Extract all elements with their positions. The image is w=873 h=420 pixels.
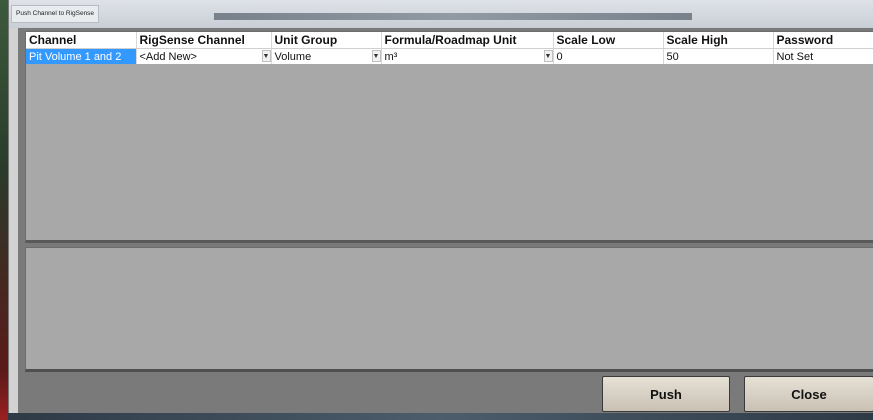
details-panel [25,247,873,372]
unit-group-value: Volume [274,50,312,63]
channel-cell[interactable]: Pit Volume 1 and 2 [26,48,137,64]
push-button[interactable]: Push [602,376,730,412]
formula-unit-value: m³ [384,50,398,63]
column-header-rigsense-channel[interactable]: RigSense Channel [136,32,272,49]
column-header-channel[interactable]: Channel [26,32,137,49]
column-header-scale-low[interactable]: Scale Low [553,32,664,49]
title-bar-strip [214,13,692,20]
rigsense-channel-dropdown[interactable]: <Add New> ▼ [136,48,272,64]
channel-table: Channel RigSense Channel Unit Group Form… [26,32,873,64]
taskbar [8,413,873,420]
channel-value: Pit Volume 1 and 2 [29,50,122,63]
chevron-down-icon[interactable]: ▼ [543,50,552,62]
table-row[interactable]: Pit Volume 1 and 2 <Add New> ▼ Volume ▼ … [26,48,873,64]
column-header-unit-group[interactable]: Unit Group [271,32,382,49]
formula-unit-dropdown[interactable]: m³ ▼ [381,48,554,64]
title-bar[interactable]: Push Channel to RigSense [9,0,873,28]
scale-low-value: 0 [556,50,563,63]
column-header-formula-unit[interactable]: Formula/Roadmap Unit [381,32,554,49]
channel-grid: Channel RigSense Channel Unit Group Form… [25,31,873,243]
dialog-content: Channel RigSense Channel Unit Group Form… [18,28,873,420]
push-channel-dialog: Push Channel to RigSense Channel RigSens… [8,0,873,420]
column-header-scale-high[interactable]: Scale High [663,32,774,49]
unit-group-dropdown[interactable]: Volume ▼ [271,48,382,64]
rigsense-channel-value: <Add New> [139,50,197,63]
table-header-row: Channel RigSense Channel Unit Group Form… [26,32,873,49]
password-field[interactable]: Not Set [773,48,873,64]
close-button[interactable]: Close [744,376,873,412]
window-title: Push Channel to RigSense [11,5,100,23]
scale-high-field[interactable]: 50 [663,48,774,64]
chevron-down-icon[interactable]: ▼ [371,50,380,62]
column-header-password[interactable]: Password [773,32,873,49]
password-value: Not Set [776,50,814,63]
scale-low-field[interactable]: 0 [553,48,664,64]
scale-high-value: 50 [666,50,679,63]
chevron-down-icon[interactable]: ▼ [261,50,270,62]
